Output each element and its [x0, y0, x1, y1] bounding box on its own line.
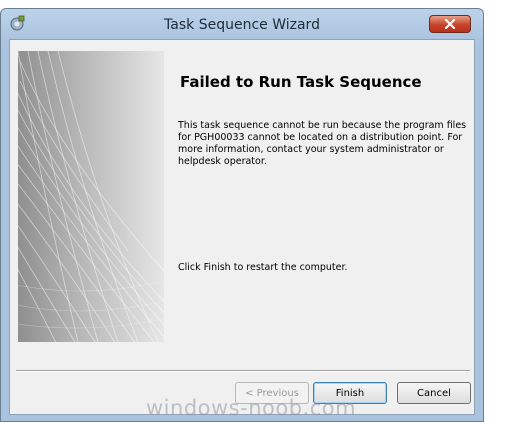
page-heading: Failed to Run Task Sequence: [180, 73, 422, 91]
wizard-side-graphic: [18, 51, 164, 342]
watermark-text: windows-noob.com: [146, 396, 357, 420]
close-icon: [444, 19, 456, 29]
window-title: Task Sequence Wizard: [164, 17, 320, 33]
cancel-button[interactable]: Cancel: [397, 382, 471, 404]
desktop-background: [486, 0, 520, 423]
close-button[interactable]: [429, 15, 471, 33]
button-separator: [16, 370, 470, 372]
error-message: This task sequence cannot be run because…: [178, 120, 467, 167]
wizard-client-area: Failed to Run Task Sequence This task se…: [9, 39, 475, 415]
restart-note: Click Finish to restart the computer.: [178, 262, 348, 273]
title-bar[interactable]: Task Sequence Wizard: [1, 9, 483, 37]
wizard-window: Task Sequence Wizard Failed to Run Task …: [0, 8, 484, 422]
